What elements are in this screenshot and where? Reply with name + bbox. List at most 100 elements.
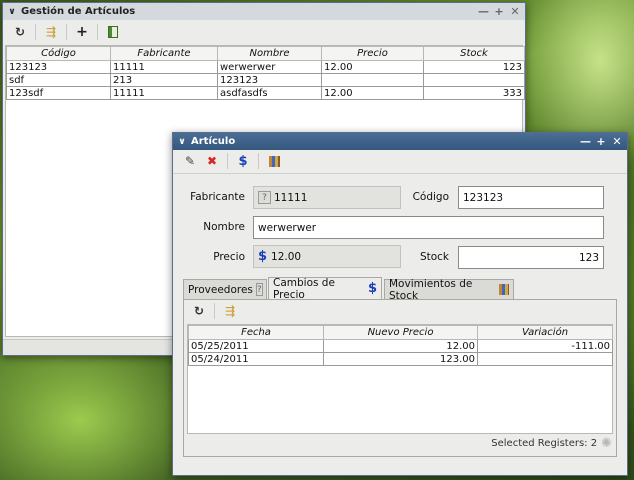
column-header-precio[interactable]: Precio [321,46,424,61]
price-table-area: Fecha Nuevo Precio Variación 05/25/2011 … [187,324,613,434]
gestion-title: Gestión de Artículos [21,6,136,17]
toolbar-divider [173,173,627,174]
gestion-toolbar: ↻ ⇶ + [3,20,525,44]
edit-icon[interactable]: ✎ [179,151,201,171]
stock-input[interactable]: 123 [458,246,604,269]
cell-fecha[interactable]: 05/25/2011 [188,339,324,353]
cell-precio[interactable]: 12.00 [321,60,424,74]
precio-label: Precio [213,251,245,263]
codigo-input[interactable]: 123123 [458,186,604,209]
toolbar-separator [97,24,98,40]
dollar-icon: $ [258,249,268,264]
column-header-codigo[interactable]: Código [6,46,111,61]
help-icon: ? [255,283,263,296]
toolbar-separator [227,153,228,169]
close-icon[interactable]: ✕ [612,136,622,147]
add-icon[interactable]: + [71,22,93,42]
close-icon[interactable]: ✕ [510,6,520,17]
report-icon[interactable] [102,22,124,42]
toolbar-separator [258,153,259,169]
tab-cambios-de-precio[interactable]: Cambios de Precio $ [268,276,382,301]
cell-fecha[interactable]: 05/24/2011 [188,352,324,366]
toolbar-separator [66,24,67,40]
column-header-nuevo-precio[interactable]: Nuevo Precio [323,325,478,340]
articulo-title: Artículo [191,136,236,147]
cell-nombre[interactable]: asdfasdfs [217,86,322,100]
cell-nombre[interactable]: werwerwer [217,60,322,74]
articulo-toolbar: ✎ ✖ $ [173,150,627,172]
cell-nombre[interactable]: 123123 [217,73,322,87]
price-history-table: Fecha Nuevo Precio Variación 05/25/2011 … [188,325,613,366]
table-row[interactable]: 05/24/2011 123.00 [188,352,613,366]
help-icon: ? [258,191,271,204]
gestion-titlebar[interactable]: ∨ Gestión de Artículos — + ✕ [3,3,525,20]
cell-stock[interactable]: 123 [423,60,525,74]
toolbar-separator [214,303,215,319]
column-header-fabricante[interactable]: Fabricante [110,46,218,61]
nombre-input[interactable]: werwerwer [253,216,604,239]
status-row: Selected Registers: 2 ✺ [491,436,612,451]
cell-precio[interactable]: 12.00 [321,86,424,100]
cell-stock[interactable]: 333 [423,86,525,100]
cell-variacion[interactable]: -111.00 [477,339,613,353]
cell-codigo[interactable]: 123sdf [6,86,111,100]
articulo-window: ∨ Artículo — + ✕ ✎ ✖ $ Fabricante ? 1111… [172,132,628,476]
dollar-icon: $ [367,281,377,296]
codigo-label: Código [412,191,449,203]
table-row[interactable]: 123123 11111 werwerwer 12.00 123 [6,60,525,74]
cell-codigo[interactable]: sdf [6,73,111,87]
column-header-variacion[interactable]: Variación [477,325,613,340]
window-menu-icon[interactable]: ∨ [6,7,18,17]
nombre-label: Nombre [203,221,245,233]
sub-toolbar: ↻ ⇶ [184,300,616,322]
maximize-icon[interactable]: + [596,136,606,147]
selected-registers-text: Selected Registers: 2 [491,438,598,449]
precio-field[interactable]: $ 12.00 [253,245,401,268]
codigo-value: 123123 [463,191,504,204]
toolbar-separator [35,24,36,40]
cell-fabricante[interactable]: 213 [110,73,218,87]
articulo-titlebar[interactable]: ∨ Artículo — + ✕ [173,133,627,150]
tab-movimientos-de-stock[interactable]: Movimientos de Stock [384,277,514,302]
refresh-icon[interactable]: ↻ [9,22,31,42]
cell-stock[interactable] [423,73,525,87]
cell-fabricante[interactable]: 11111 [110,60,218,74]
delete-icon[interactable]: ✖ [201,151,223,171]
tab-label: Movimientos de Stock [389,277,473,302]
maximize-icon[interactable]: + [494,6,504,17]
fabricante-value: 11111 [274,191,308,204]
cell-variacion[interactable] [477,352,613,366]
minimize-icon[interactable]: — [580,136,591,147]
books-icon [498,284,509,295]
tab-panel: ↻ ⇶ Fecha Nuevo Precio Variación 05/25/2… [183,299,617,457]
table-row[interactable]: 05/25/2011 12.00 -111.00 [188,339,613,353]
column-header-fecha[interactable]: Fecha [188,325,324,340]
tab-label: Proveedores [188,283,253,296]
cell-codigo[interactable]: 123123 [6,60,111,74]
cell-nuevo-precio[interactable]: 12.00 [323,339,478,353]
stock-value: 123 [578,251,599,264]
tab-proveedores[interactable]: Proveedores ? [183,279,267,299]
refresh-icon[interactable]: ↻ [188,301,210,321]
price-icon[interactable]: $ [232,151,254,171]
stock-label: Stock [419,251,449,263]
fabricante-label: Fabricante [190,191,245,203]
table-row[interactable]: 123sdf 11111 asdfasdfs 12.00 333 [6,86,525,100]
precio-value: 12.00 [271,250,302,263]
cell-precio[interactable] [321,73,424,87]
filter-icon[interactable]: ⇶ [219,301,241,321]
column-header-nombre[interactable]: Nombre [217,46,322,61]
cell-fabricante[interactable]: 11111 [110,86,218,100]
stock-icon[interactable] [263,151,285,171]
cell-nuevo-precio[interactable]: 123.00 [323,352,478,366]
minimize-icon[interactable]: — [478,6,489,17]
table-row[interactable]: sdf 213 123123 [6,73,525,87]
fabricante-field[interactable]: ? 11111 [253,186,401,209]
articulos-table: Código Fabricante Nombre Precio Stock 12… [6,46,525,100]
filter-icon[interactable]: ⇶ [40,22,62,42]
spinner-icon: ✺ [601,436,612,451]
tab-label: Cambios de Precio [273,276,335,301]
nombre-value: werwerwer [258,221,317,234]
window-menu-icon[interactable]: ∨ [176,137,188,147]
column-header-stock[interactable]: Stock [423,46,525,61]
